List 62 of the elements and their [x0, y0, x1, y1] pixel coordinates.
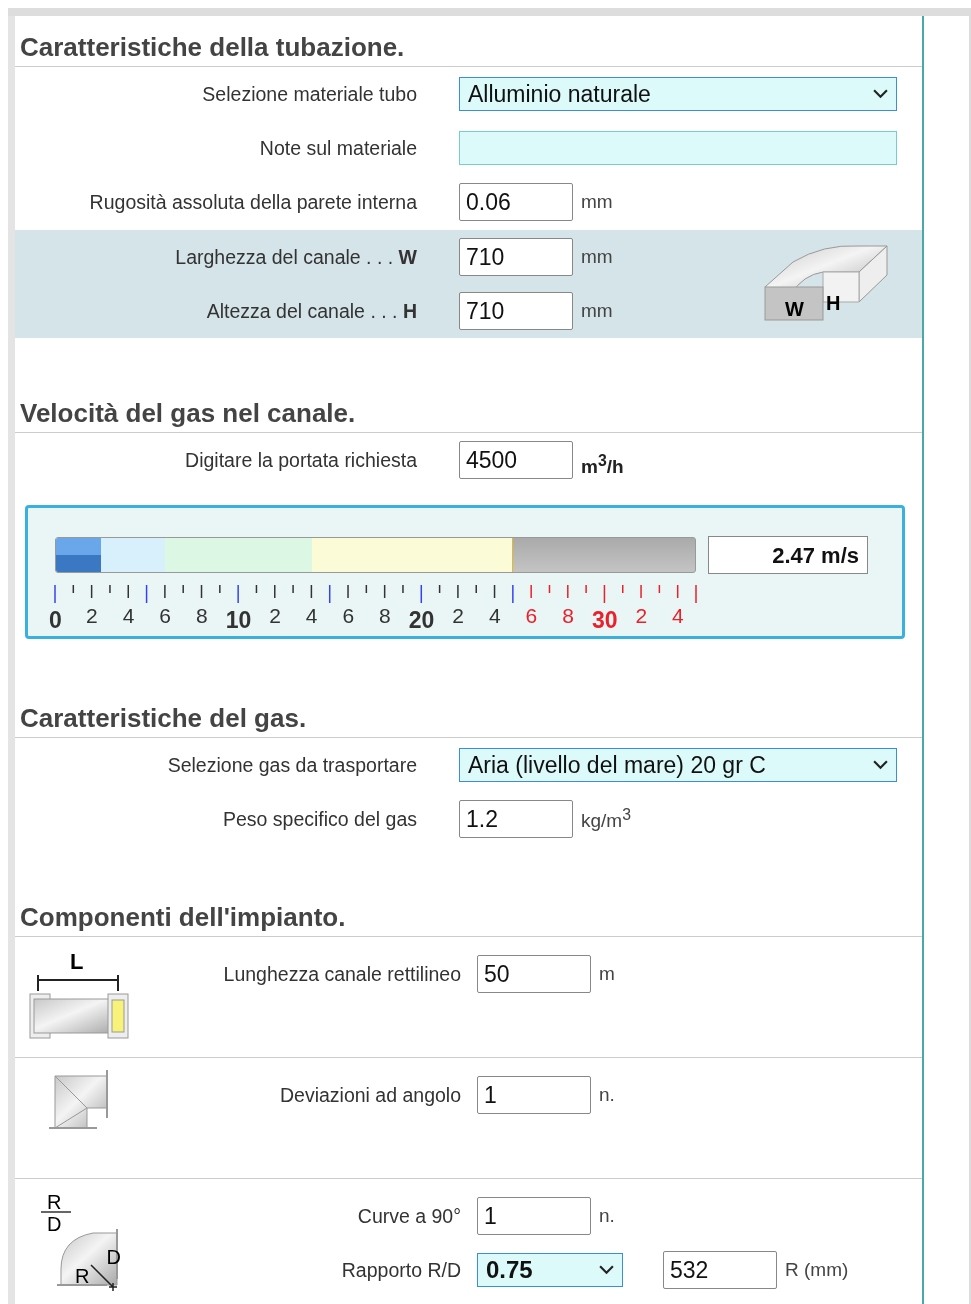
- unit-label: m: [599, 963, 615, 985]
- input-field[interactable]: 1: [477, 1076, 591, 1114]
- input-field[interactable]: 710: [459, 292, 573, 330]
- scale-label: 6: [525, 604, 538, 627]
- scale-label: 2: [452, 604, 465, 627]
- unit-label: mm: [581, 246, 613, 268]
- chevron-down-icon: [873, 760, 888, 770]
- scale-label: 0: [48, 607, 62, 633]
- field-label: Lunghezza canale rettilineo: [222, 962, 461, 986]
- field-label: Selezione materiale tubo: [201, 82, 417, 106]
- input-field[interactable]: 532: [663, 1251, 777, 1289]
- field-label: Curve a 90°: [356, 1204, 461, 1228]
- chevron-down-icon: [873, 89, 888, 99]
- unit-label: R (mm): [785, 1259, 849, 1281]
- chevron-down-icon: [599, 1265, 614, 1275]
- field-label: Note sul materiale: [258, 136, 417, 160]
- field-label: Deviazioni ad angolo: [278, 1083, 461, 1107]
- section-title: Caratteristiche della tubazione.: [15, 16, 922, 67]
- scale-label: 30: [591, 607, 618, 633]
- field-label: Larghezza del canale . . . W: [174, 245, 417, 269]
- curved-duct-drawing: R D D R: [37, 1189, 123, 1293]
- scale-label: 4: [305, 604, 318, 627]
- scale-label: 4: [122, 604, 135, 627]
- scale-label: 20: [408, 607, 435, 633]
- gas-select[interactable]: Aria (livello del mare) 20 gr C: [459, 748, 897, 782]
- scale-label: 6: [342, 604, 355, 627]
- scale-label: 4: [672, 604, 684, 627]
- field-label: Rugosità assoluta della parete interna: [88, 190, 417, 214]
- input-field[interactable]: [459, 131, 897, 165]
- scale-label: 2: [269, 604, 281, 627]
- scale-label: 8: [379, 604, 391, 627]
- unit-label: m$^{3}$/h: [581, 451, 624, 479]
- unit-label: mm: [581, 191, 613, 213]
- field-label: Peso specifico del gas: [221, 807, 417, 831]
- section-title: Velocità del gas nel canale.: [15, 382, 922, 433]
- scale-label: 8: [562, 604, 574, 627]
- input-field[interactable]: 0.06: [459, 183, 573, 221]
- unit-label: n.: [599, 1205, 615, 1227]
- section-title: Caratteristiche del gas.: [15, 687, 922, 738]
- material-select[interactable]: Alluminio naturale: [459, 77, 897, 111]
- unit-label: kg/m$^{3}$: [581, 805, 631, 833]
- field-label: Rapporto R/D: [340, 1258, 461, 1282]
- scale-label: 2: [86, 604, 98, 627]
- field-label: Altezza del canale . . . H: [205, 299, 417, 323]
- scale-label: 2: [635, 604, 648, 627]
- scale-label: 6: [159, 604, 172, 627]
- straight-duct-drawing: L: [28, 947, 132, 1039]
- section-title: Componenti dell'impianto.: [15, 886, 922, 937]
- input-field[interactable]: 4500: [459, 441, 573, 479]
- input-field[interactable]: 50: [477, 955, 591, 993]
- ratio-select[interactable]: 0.75: [477, 1253, 623, 1287]
- velocity-reading: 2.47 m/s: [708, 536, 868, 574]
- field-label: Digitare la portata richiesta: [184, 448, 417, 472]
- input-field[interactable]: 1.2: [459, 800, 573, 838]
- input-field[interactable]: 1: [477, 1197, 591, 1235]
- scale-label: 8: [195, 604, 208, 627]
- field-label: Selezione gas da trasportare: [166, 753, 417, 777]
- scale-label: 10: [225, 607, 252, 633]
- scale-label: 4: [488, 604, 501, 627]
- unit-label: mm: [581, 300, 613, 322]
- unit-label: n.: [599, 1084, 615, 1106]
- input-field[interactable]: 710: [459, 238, 573, 276]
